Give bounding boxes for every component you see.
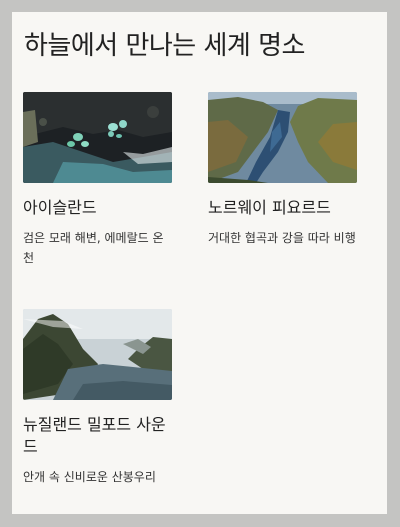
- page-title: 하늘에서 만나는 세계 명소: [24, 31, 305, 61]
- place-card-iceland[interactable]: 아이슬란드 검은 모래 해변, 에메랄드 온천: [23, 92, 173, 268]
- iceland-photo[interactable]: [23, 92, 172, 183]
- place-name[interactable]: 뉴질랜드 밀포드 사운드: [23, 414, 173, 458]
- content-card: 하늘에서 만나는 세계 명소 아이슬란드 검은 모래 해변, 에메랄드 온천 노…: [12, 12, 387, 514]
- place-card-norway[interactable]: 노르웨이 피요르드 거대한 협곡과 강을 따라 비행: [208, 92, 358, 248]
- place-name[interactable]: 아이슬란드: [23, 197, 173, 219]
- norway-fjord-photo[interactable]: [208, 92, 357, 183]
- place-description: 안개 속 신비로운 산봉우리: [23, 470, 156, 484]
- milford-sound-photo[interactable]: [23, 309, 172, 400]
- place-description: 거대한 협곡과 강을 따라 비행: [208, 231, 356, 245]
- place-description: 검은 모래 해변, 에메랄드 온천: [23, 231, 164, 265]
- place-card-newzealand[interactable]: 뉴질랜드 밀포드 사운드 안개 속 신비로운 산봉우리: [23, 309, 173, 487]
- place-name[interactable]: 노르웨이 피요르드: [208, 197, 358, 219]
